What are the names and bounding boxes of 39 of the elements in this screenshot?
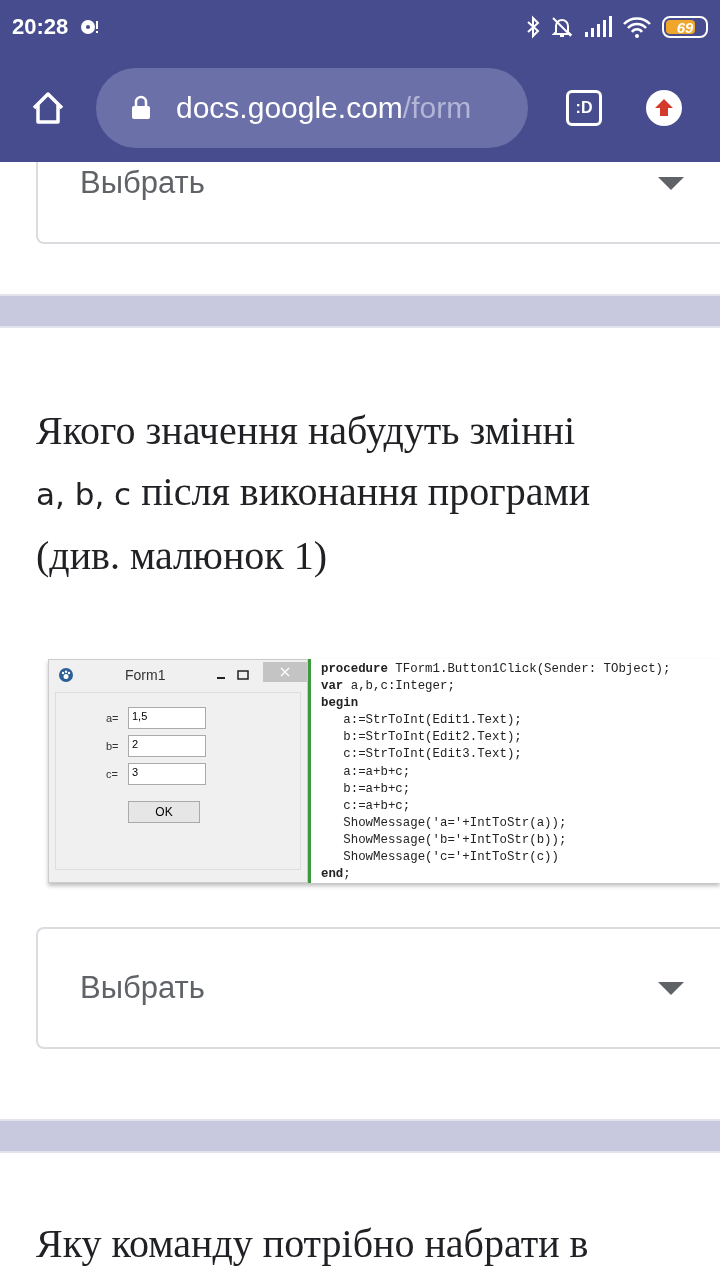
- close-icon: [280, 667, 290, 677]
- maximize-icon: [237, 670, 250, 680]
- signal-icon: [584, 16, 612, 38]
- code-line: c:=a+b+c;: [342, 797, 412, 815]
- code-line: var a,b,c:Integer;: [321, 678, 456, 696]
- code-line: ShowMessage('b='+IntToStr(b));: [342, 831, 568, 849]
- tab-switcher-button[interactable]: :D: [566, 90, 602, 126]
- lock-icon: [130, 95, 152, 121]
- code-line: procedure TForm1.Button1Click(Sender: TObject);: [321, 661, 672, 678]
- dropdown-select[interactable]: Выбрать: [36, 927, 720, 1049]
- address-bar[interactable]: docs.google.com/form: [96, 68, 528, 148]
- question-text: Яку команду потрібно набрати в: [36, 1220, 590, 1268]
- notification-icon: [78, 18, 101, 36]
- code-line: b:=StrToInt(Edit2.Text);: [342, 729, 523, 747]
- field-label: c=: [106, 768, 119, 780]
- question-text: Якого значення набудуть змінні a, b, c після виконання програми (див. малюнок 1): [36, 407, 592, 580]
- wifi-icon: [622, 15, 652, 39]
- dropdown-select[interactable]: Выбрать: [36, 162, 720, 244]
- status-time: 20:28: [12, 14, 69, 40]
- code-line: end;: [321, 866, 352, 883]
- bluetooth-icon: [526, 15, 540, 39]
- caret-icon: [658, 176, 684, 190]
- code-line: begin: [321, 695, 360, 713]
- field-label: a=: [106, 712, 120, 724]
- bell-off-icon: [550, 15, 574, 39]
- home-icon[interactable]: [30, 90, 66, 126]
- code-line: ShowMessage('c='+IntToStr(c)): [342, 849, 560, 867]
- code-line: ShowMessage('a='+IntToStr(a));: [342, 814, 568, 832]
- url-text: docs.google.com/form: [176, 91, 472, 125]
- battery-indicator: 69: [662, 16, 708, 38]
- code-line: b:=a+b+c;: [342, 780, 412, 798]
- minimize-icon: [217, 677, 226, 679]
- window-title: Form1: [125, 667, 166, 683]
- code-line: c:=StrToInt(Edit3.Text);: [342, 746, 523, 764]
- code-line: a:=a+b+c;: [342, 763, 412, 781]
- paw-icon: [59, 668, 73, 682]
- caret-icon: [658, 981, 684, 995]
- code-line: a:=StrToInt(Edit1.Text);: [342, 712, 523, 730]
- field-label: b=: [106, 740, 120, 752]
